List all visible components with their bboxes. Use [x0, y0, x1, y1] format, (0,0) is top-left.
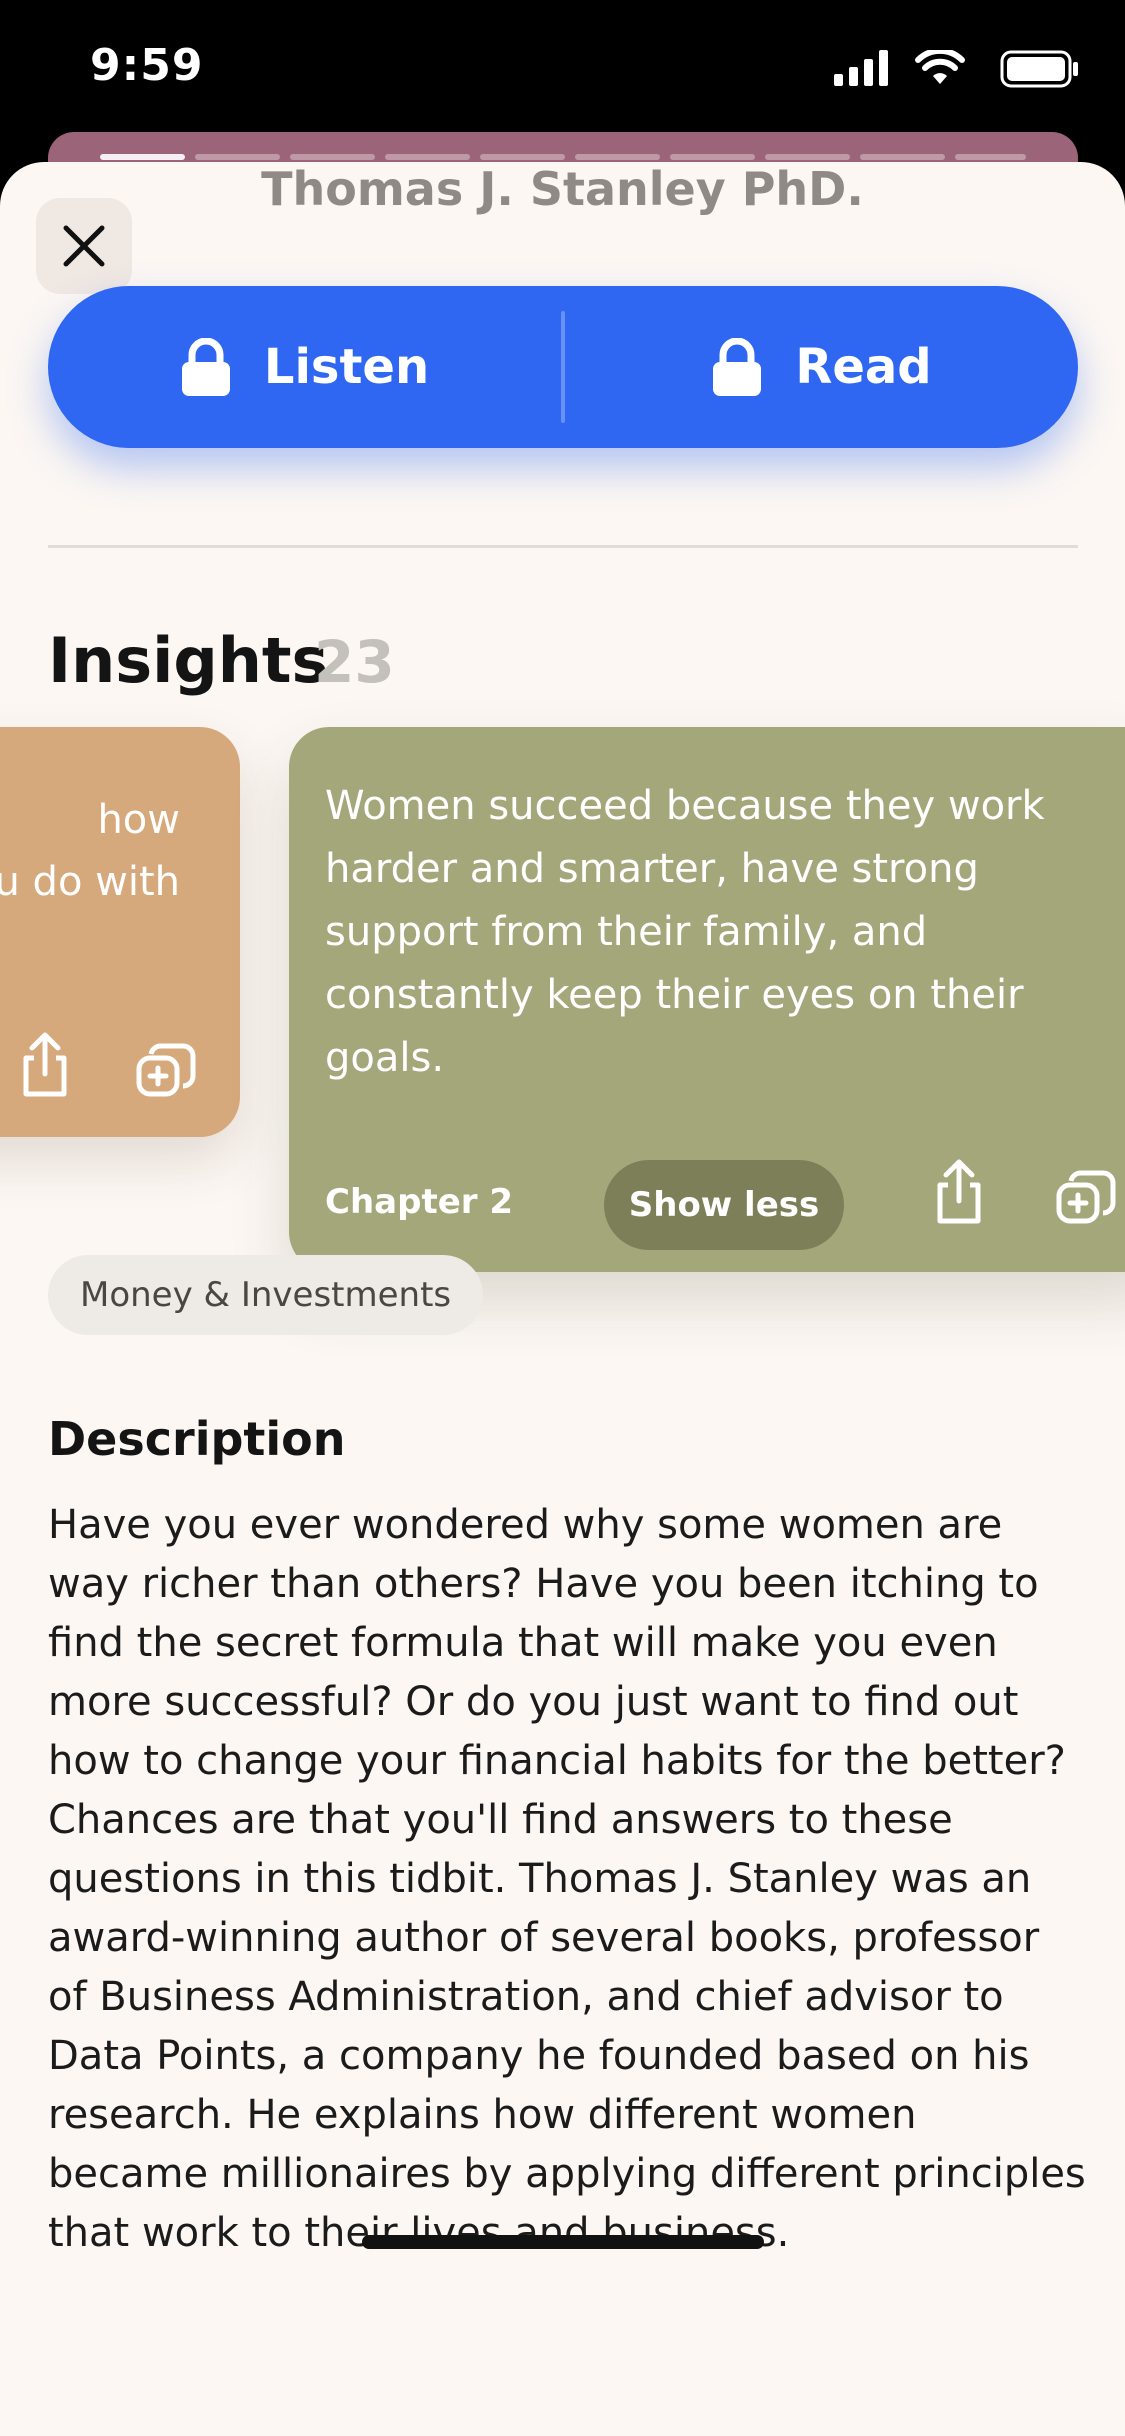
cellular-signal-icon [834, 50, 888, 86]
book-detail-sheet: Thomas J. Stanley PhD. Listen Read Insig… [0, 162, 1125, 2436]
close-icon [63, 225, 105, 267]
home-indicator[interactable] [362, 2235, 764, 2249]
close-button[interactable] [36, 198, 132, 294]
insights-title: Insights [48, 624, 329, 697]
author-name: Thomas J. Stanley PhD. [261, 162, 864, 216]
category-tag[interactable]: Money & Investments [48, 1255, 484, 1335]
battery-icon [1000, 50, 1078, 88]
insight-text: Women succeed because they work harder a… [325, 783, 1045, 1081]
insight-card[interactable]: Women succeed because they work harder a… [289, 727, 1125, 1272]
lock-icon [180, 338, 232, 396]
insight-snippet: how u do with [0, 797, 180, 905]
divider [48, 545, 1078, 548]
share-icon[interactable] [20, 1032, 70, 1102]
add-to-collection-icon[interactable] [1055, 1169, 1117, 1229]
show-less-button[interactable]: Show less [604, 1160, 844, 1250]
listen-label: Listen [263, 339, 430, 395]
read-label: Read [795, 339, 932, 395]
listen-read-bar: Listen Read [48, 286, 1078, 448]
status-time: 9:59 [90, 40, 204, 91]
wifi-icon [915, 50, 965, 84]
lock-icon [711, 338, 763, 396]
story-progress [100, 154, 1026, 160]
read-button[interactable]: Read [565, 286, 1078, 448]
insight-card-previous[interactable]: how u do with [0, 727, 240, 1137]
add-to-collection-icon[interactable] [135, 1042, 197, 1102]
description-title: Description [48, 1412, 346, 1466]
listen-button[interactable]: Listen [48, 286, 561, 448]
status-bar: 9:59 [0, 0, 1125, 135]
share-icon[interactable] [934, 1159, 984, 1229]
insights-count: 23 [314, 628, 395, 696]
description-body: Have you ever wondered why some women ar… [48, 1502, 1086, 2256]
insight-chapter: Chapter 2 [325, 1182, 514, 1222]
